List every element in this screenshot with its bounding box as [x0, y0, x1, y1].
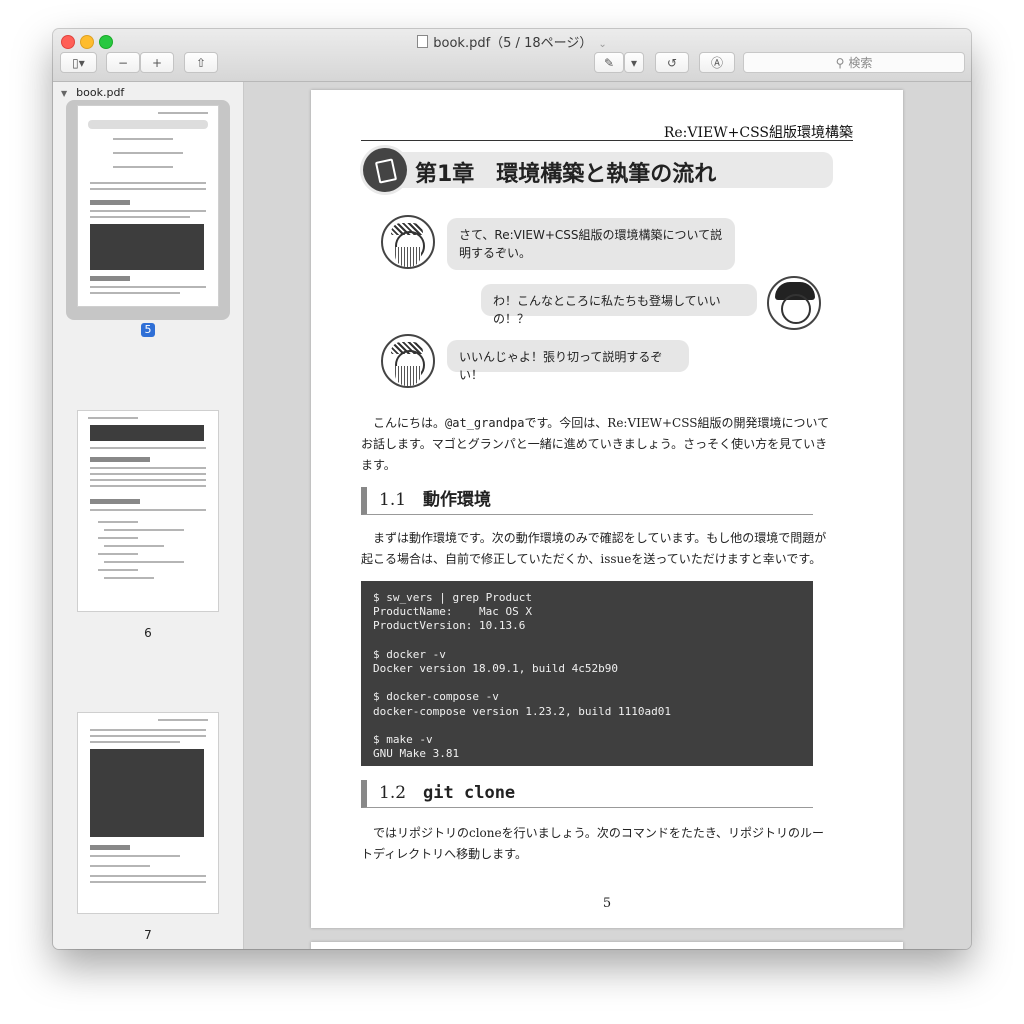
chevron-down-icon: ⌄ [598, 39, 607, 50]
section-paragraph: まずは動作環境です。次の動作環境のみで確認をしています。もし他の環境で問題が起こ… [361, 531, 827, 566]
rotate-icon: ↺ [666, 55, 678, 70]
speech-bubble: いいんじゃよ！張り切って説明するぞい！ [447, 340, 689, 382]
preview-window: book.pdf（5 / 18ページ） ⌄ ▯▾ − + ⇧ ✎ ▾ ↺ Ⓐ ⚲ 検… [53, 29, 971, 949]
sidebar-icon: ▯▾ [72, 55, 85, 70]
thumbnail-sidebar: ▼ book.pdf 5 6 7 [53, 82, 244, 949]
share-button[interactable]: ⇧ [184, 52, 218, 73]
chevron-down-icon: ▾ [630, 55, 638, 70]
search-input[interactable]: ⚲ 検索 [743, 52, 965, 73]
zoom-in-button[interactable]: + [140, 52, 174, 73]
girl-avatar [767, 276, 821, 330]
sidebar-file-header[interactable]: ▼ book.pdf [61, 86, 124, 99]
pen-icon: ✎ [603, 55, 615, 70]
speech-bubble: さて、Re:VIEW+CSS組版の環境構築について説明するぞい。 [447, 218, 735, 270]
author-handle: @at_grandpa [445, 416, 525, 430]
page-number-badge: 5 [141, 323, 155, 337]
section-paragraph: ではリポジトリのcloneを行いましょう。次のコマンドをたたき、リポジトリのルー… [361, 826, 825, 861]
grandpa-avatar [381, 334, 435, 388]
zoom-out-button[interactable]: − [106, 52, 140, 73]
page-number-label: 6 [144, 626, 152, 640]
sidebar-toggle-button[interactable]: ▯▾ [60, 52, 97, 73]
grandpa-avatar [381, 215, 435, 269]
section-heading: 1.2 git clone [361, 780, 813, 808]
chapter-title: 第1章 環境構築と執筆の流れ [415, 162, 717, 187]
code-block: $ sw_vers | grep Product ProductName: Ma… [361, 581, 813, 766]
next-pdf-page [311, 942, 903, 949]
markup-button[interactable]: ✎ [594, 52, 624, 73]
search-icon: ⚲ [835, 55, 845, 70]
running-header: Re:VIEW+CSS組版環境構築 [663, 125, 853, 141]
header-rule [361, 140, 853, 141]
page-thumbnail-6[interactable] [78, 411, 218, 611]
annotate-button[interactable]: Ⓐ [699, 52, 735, 73]
zoom-in-icon: + [151, 55, 163, 70]
pdf-page: Re:VIEW+CSS組版環境構築 第1章 環境構築と執筆の流れ さて、Re:V… [311, 90, 903, 928]
section-heading: 1.1 動作環境 [361, 487, 813, 515]
intro-paragraph: こんにちは。@at_grandpaです。今回は、Re:VIEW+CSS組版の開発… [361, 416, 830, 472]
share-icon: ⇧ [195, 55, 207, 70]
rotate-button[interactable]: ↺ [655, 52, 689, 73]
disclosure-triangle-icon[interactable]: ▼ [61, 89, 67, 98]
speech-bubble: わ！こんなところに私たちも登場していいの！？ [481, 284, 757, 326]
book-icon [363, 148, 407, 192]
page-number-label: 7 [144, 928, 152, 942]
page-number: 5 [602, 896, 612, 911]
pdf-document-icon [417, 35, 429, 48]
zoom-out-icon: − [117, 55, 129, 70]
page-thumbnail-5[interactable] [78, 106, 218, 306]
markup-menu-button[interactable]: ▾ [624, 52, 644, 73]
titlebar: book.pdf（5 / 18ページ） ⌄ ▯▾ − + ⇧ ✎ ▾ ↺ Ⓐ ⚲ 検… [53, 29, 971, 82]
document-view[interactable]: Re:VIEW+CSS組版環境構築 第1章 環境構築と執筆の流れ さて、Re:V… [244, 82, 971, 949]
page-thumbnail-7[interactable] [78, 713, 218, 913]
window-title[interactable]: book.pdf（5 / 18ページ） ⌄ [53, 32, 971, 51]
markup-toolbar-icon: Ⓐ [710, 56, 723, 70]
